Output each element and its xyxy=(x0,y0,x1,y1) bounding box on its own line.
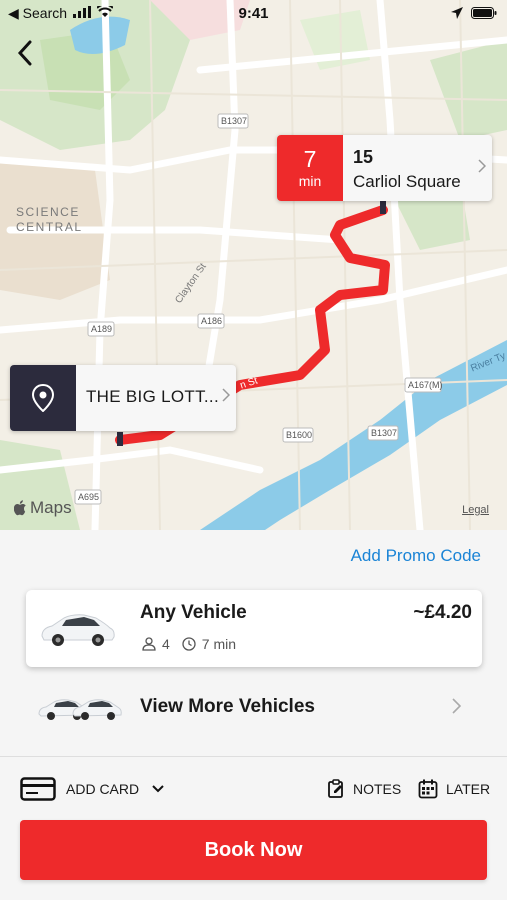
divider xyxy=(0,756,507,757)
map-label-b1307-top: B1307 xyxy=(221,116,248,126)
eta-box: 7 min xyxy=(277,135,343,201)
destination-info: 15 Carliol Square xyxy=(343,135,492,201)
vehicle-eta: 7 min xyxy=(201,636,237,652)
map-label-b1307-bottom: B1307 xyxy=(371,428,398,438)
route-map[interactable]: SCIENCE CENTRAL Clayton St B1307 A189 A1… xyxy=(0,0,507,530)
pickup-card[interactable]: THE BIG LOTT... xyxy=(10,365,236,431)
booking-actions: ADD CARD NOTES LATER xyxy=(0,774,507,804)
maps-attribution: Maps xyxy=(30,498,72,517)
status-bar: ◀ Search 9:41 xyxy=(0,0,507,28)
map-label-a186: A186 xyxy=(201,316,223,326)
pickup-pin-box xyxy=(10,365,76,431)
cars-icon xyxy=(38,699,122,720)
add-card-label: ADD CARD xyxy=(66,781,140,797)
vehicle-card-any[interactable]: Any Vehicle ~£4.20 4 7 min xyxy=(26,590,482,667)
chevron-left-icon xyxy=(17,40,32,66)
chevron-down-icon xyxy=(152,785,164,793)
chevron-right-icon xyxy=(222,388,231,407)
map-label-b1600: B1600 xyxy=(286,430,313,440)
view-more-vehicles-row[interactable]: View More Vehicles xyxy=(0,680,507,736)
chevron-right-icon xyxy=(478,159,487,178)
vehicle-seats: 4 xyxy=(162,636,170,652)
chevron-right-icon xyxy=(452,698,462,719)
destination-street: Carliol Square xyxy=(353,172,461,191)
pickup-label: THE BIG LOTT... xyxy=(86,387,219,406)
destination-card[interactable]: 7 min 15 Carliol Square xyxy=(277,135,492,201)
car-icon xyxy=(41,614,115,646)
credit-card-icon xyxy=(20,777,56,801)
book-now-button[interactable]: Book Now xyxy=(20,820,487,880)
later-label: LATER xyxy=(446,781,491,797)
back-button[interactable] xyxy=(10,36,40,70)
notes-icon xyxy=(328,779,343,798)
clock-icon xyxy=(182,637,196,651)
later-button[interactable]: LATER xyxy=(418,774,490,804)
add-promo-code-link[interactable]: Add Promo Code xyxy=(351,546,481,566)
map-canvas xyxy=(0,0,507,530)
map-label-a695: A695 xyxy=(78,492,100,502)
notes-label: NOTES xyxy=(353,781,402,797)
booking-screen: SCIENCE CENTRAL Clayton St B1307 A189 A1… xyxy=(0,0,507,900)
booking-sheet: Add Promo Code Any Vehicle ~£4.20 4 7 mi… xyxy=(0,530,507,900)
apple-icon xyxy=(14,500,26,516)
legal-link[interactable]: Legal xyxy=(462,504,489,516)
destination-number: 15 xyxy=(353,147,374,167)
notes-button[interactable]: NOTES xyxy=(327,774,401,804)
location-arrow-icon xyxy=(451,6,463,23)
location-pin-icon xyxy=(32,384,54,412)
map-label-a167m: A167(M) xyxy=(408,380,443,390)
vehicle-meta: 4 7 min xyxy=(142,636,236,652)
person-icon xyxy=(142,637,156,651)
map-label-a189: A189 xyxy=(91,324,113,334)
map-label-science: SCIENCE xyxy=(16,205,80,219)
view-more-vehicles-label: View More Vehicles xyxy=(140,696,315,717)
status-time: 9:41 xyxy=(238,5,269,22)
vehicle-price: ~£4.20 xyxy=(413,602,472,623)
add-card-button[interactable]: ADD CARD xyxy=(20,774,165,804)
eta-value: 7 xyxy=(303,146,317,172)
apple-maps-logo: Maps xyxy=(14,498,72,518)
vehicle-title: Any Vehicle xyxy=(140,602,247,623)
battery-icon xyxy=(471,6,497,23)
calendar-icon xyxy=(418,779,438,799)
status-right xyxy=(451,6,497,23)
eta-unit: min xyxy=(298,173,322,189)
map-label-central: CENTRAL xyxy=(16,220,83,234)
